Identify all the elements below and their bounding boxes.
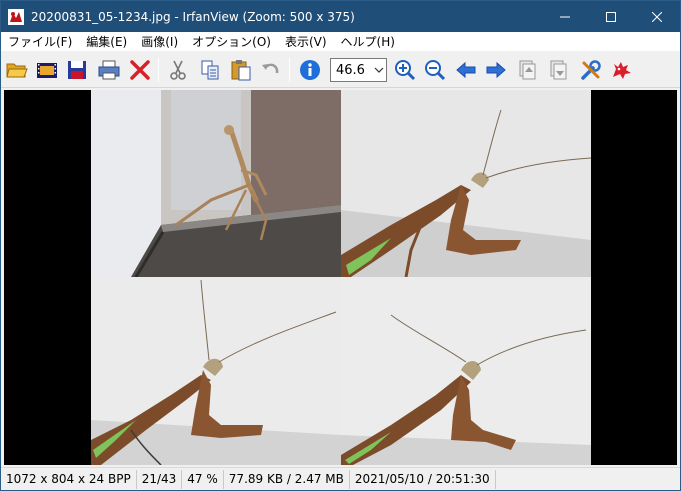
status-dimensions: 1072 x 804 x 24 BPP (1, 469, 137, 489)
previous-icon (456, 61, 476, 79)
last-page-button[interactable] (545, 56, 573, 84)
maximize-icon (606, 11, 616, 22)
slideshow-icon (37, 63, 57, 78)
tile-top-right (341, 90, 591, 278)
copy-icon (201, 60, 219, 80)
cut-button[interactable] (164, 56, 192, 84)
status-size: 77.89 KB / 2.47 MB (224, 469, 350, 489)
previous-button[interactable] (452, 56, 480, 84)
first-page-icon (519, 60, 536, 80)
info-icon (300, 60, 320, 80)
zoom-in-button[interactable] (391, 56, 419, 84)
displayed-image (91, 90, 591, 465)
toolbar: 46.6 (1, 52, 680, 88)
zoom-in-icon (395, 60, 416, 81)
maximize-button[interactable] (588, 1, 634, 32)
copy-button[interactable] (196, 56, 224, 84)
window-title: 20200831_05-1234.jpg - IrfanView (Zoom: … (31, 9, 355, 24)
status-datetime: 2021/05/10 / 20:51:30 (350, 469, 496, 489)
toolbar-separator (289, 58, 290, 82)
next-icon (486, 61, 506, 79)
close-button[interactable] (634, 1, 680, 32)
menu-options[interactable]: オプション(O) (185, 33, 278, 50)
settings-icon (581, 60, 601, 80)
last-page-icon (550, 60, 567, 80)
zoom-combobox[interactable]: 46.6 (330, 58, 387, 82)
title-bar[interactable]: 20200831_05-1234.jpg - IrfanView (Zoom: … (1, 1, 680, 32)
irfanview-logo-icon (613, 62, 631, 79)
tile-top-left (91, 90, 341, 278)
image-viewport[interactable] (4, 90, 677, 465)
save-icon (68, 61, 86, 79)
mantis-collage-image (91, 90, 591, 465)
minimize-icon (560, 16, 570, 17)
delete-button[interactable] (126, 56, 154, 84)
tile-bottom-left (91, 277, 341, 465)
first-page-button[interactable] (514, 56, 542, 84)
status-zoom: 47 % (182, 469, 224, 489)
zoom-out-icon (425, 60, 446, 81)
menu-bar: ファイル(F) 編集(E) 画像(I) オプション(O) 表示(V) ヘルプ(H… (1, 32, 680, 52)
toolbar-separator (158, 58, 159, 82)
info-button[interactable] (296, 56, 324, 84)
save-button[interactable] (63, 56, 91, 84)
print-icon (98, 60, 120, 80)
tile-bottom-right (341, 277, 591, 465)
zoom-out-button[interactable] (421, 56, 449, 84)
undo-icon (262, 63, 279, 74)
undo-button[interactable] (257, 56, 285, 84)
zoom-value: 46.6 (336, 62, 365, 78)
menu-file[interactable]: ファイル(F) (1, 33, 79, 50)
menu-view[interactable]: 表示(V) (278, 33, 334, 50)
chevron-down-icon[interactable] (372, 59, 386, 81)
minimize-button[interactable] (542, 1, 588, 32)
paste-icon (231, 60, 251, 81)
status-bar: 1072 x 804 x 24 BPP 21/43 47 % 77.89 KB … (1, 467, 680, 490)
delete-icon (130, 60, 150, 80)
menu-edit[interactable]: 編集(E) (79, 33, 134, 50)
open-folder-icon (6, 63, 28, 78)
settings-button[interactable] (577, 56, 605, 84)
paste-button[interactable] (227, 56, 255, 84)
slideshow-button[interactable] (33, 56, 61, 84)
close-icon (652, 11, 662, 22)
menu-help[interactable]: ヘルプ(H) (334, 33, 402, 50)
print-button[interactable] (95, 56, 123, 84)
menu-image[interactable]: 画像(I) (134, 33, 185, 50)
irfanview-app-icon[interactable] (8, 8, 24, 25)
cut-icon (170, 60, 186, 80)
status-index: 21/43 (137, 469, 183, 489)
about-button[interactable] (608, 56, 636, 84)
open-button[interactable] (3, 56, 31, 84)
irfanview-window: 20200831_05-1234.jpg - IrfanView (Zoom: … (0, 0, 681, 491)
next-button[interactable] (482, 56, 510, 84)
